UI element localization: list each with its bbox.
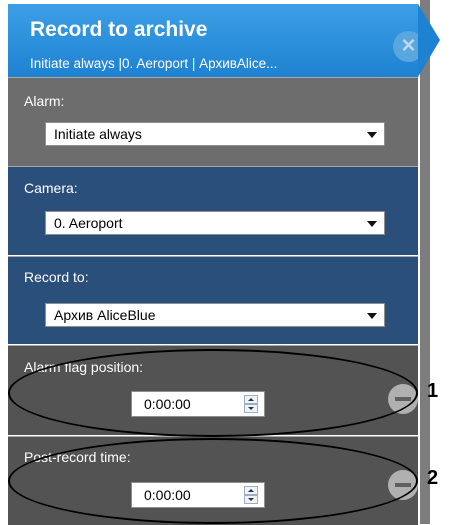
alarm-select[interactable]: Initiate always <box>45 122 385 146</box>
record-to-label: Record to: <box>24 269 89 285</box>
callout-ellipse-2 <box>8 438 418 524</box>
panel-title: Record to archive <box>30 18 208 41</box>
camera-section: Camera: 0. Aeroport <box>8 166 418 255</box>
chevron-down-icon <box>367 313 377 319</box>
camera-label: Camera: <box>24 180 78 196</box>
camera-select[interactable]: 0. Aeroport <box>45 211 385 235</box>
panel-subtitle: Initiate always |0. Aeroport | АрхивAlic… <box>30 56 278 71</box>
alarm-label: Alarm: <box>24 93 65 109</box>
camera-select-value: 0. Aeroport <box>54 215 123 231</box>
chevron-down-icon <box>367 132 377 138</box>
side-strip <box>430 0 451 524</box>
record-to-select-value: Архив AliceBlue <box>54 307 156 323</box>
chevron-down-icon <box>367 221 377 227</box>
alarm-section: Alarm: Initiate always <box>8 77 418 166</box>
panel-header: Record to archive Initiate always |0. Ae… <box>8 4 424 77</box>
callout-ellipse-1 <box>8 349 418 437</box>
callout-number-2: 2 <box>427 467 439 489</box>
header-arrow-tip <box>418 4 440 77</box>
record-to-select[interactable]: Архив AliceBlue <box>45 303 385 327</box>
callout-number-1: 1 <box>427 380 439 402</box>
record-to-archive-panel: Record to archive Initiate always |0. Ae… <box>0 0 451 525</box>
alarm-select-value: Initiate always <box>54 126 142 142</box>
record-to-section: Record to: Архив AliceBlue <box>8 256 418 344</box>
